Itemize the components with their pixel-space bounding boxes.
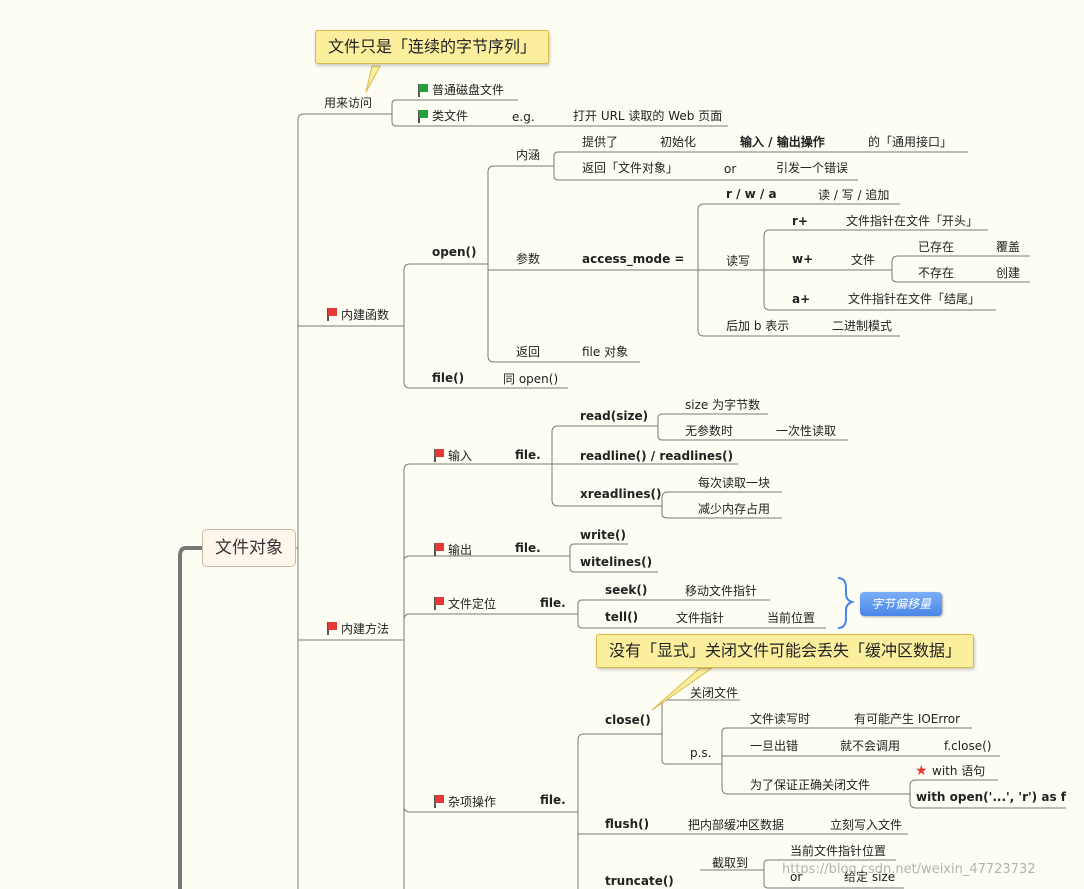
node-wont-call[interactable]: 就不会调用 — [840, 739, 900, 753]
node-write[interactable]: write() — [580, 528, 626, 542]
node-regular-file[interactable]: 普通磁盘文件 — [432, 83, 504, 97]
node-params[interactable]: 参数 — [516, 252, 540, 266]
node-tell-cur[interactable]: 当前位置 — [767, 611, 815, 625]
node-once-error[interactable]: 一旦出错 — [750, 739, 798, 753]
node-binary[interactable]: 二进制模式 — [832, 319, 892, 333]
mindmap-connectors — [178, 65, 1066, 889]
node-generic[interactable]: 的「通用接口」 — [868, 135, 952, 149]
node-may-ioerror[interactable]: 有可能产生 IOError — [854, 712, 960, 726]
node-misc-file[interactable]: file. — [540, 793, 566, 807]
green-flag-icon — [417, 84, 428, 97]
red-flag-icon — [326, 308, 337, 321]
node-returns-file-object[interactable]: 返回「文件对象」 — [582, 161, 678, 175]
node-position-file[interactable]: file. — [540, 596, 566, 610]
node-with-open[interactable]: with open('...', 'r') as f — [916, 790, 1066, 804]
node-readline[interactable]: readline() / readlines() — [580, 449, 733, 463]
node-w-plus-file[interactable]: 文件 — [851, 253, 875, 267]
node-rwa-desc[interactable]: 读 / 写 / 追加 — [818, 188, 889, 202]
node-flush[interactable]: flush() — [605, 817, 649, 831]
node-tell[interactable]: tell() — [605, 610, 638, 624]
node-return[interactable]: 返回 — [516, 345, 540, 359]
node-fclose[interactable]: f.close() — [944, 739, 991, 753]
node-access[interactable]: 用来访问 — [324, 96, 372, 110]
node-per-block[interactable]: 每次读取一块 — [698, 476, 770, 490]
node-access-mode[interactable]: access_mode = — [582, 252, 684, 266]
node-truncate[interactable]: truncate() — [605, 874, 674, 888]
red-flag-icon — [433, 795, 444, 808]
node-provides[interactable]: 提供了 — [582, 135, 618, 149]
node-flush-write[interactable]: 立刻写入文件 — [830, 818, 902, 832]
red-flag-icon — [433, 597, 444, 610]
watermark: https://blog.csdn.net/weixin_47723732 — [782, 862, 1036, 877]
node-ps[interactable]: p.s. — [690, 746, 712, 760]
node-no-param[interactable]: 无参数时 — [685, 424, 733, 438]
node-rw-time[interactable]: 文件读写时 — [750, 712, 810, 726]
node-r-plus-desc[interactable]: 文件指针在文件「开头」 — [846, 214, 978, 228]
node-eg[interactable]: e.g. — [512, 110, 535, 124]
callout-buffer-loss: 没有「显式」关闭文件可能会丢失「缓冲区数据」 — [596, 634, 975, 668]
node-init[interactable]: 初始化 — [660, 135, 696, 149]
red-flag-icon — [433, 449, 444, 462]
node-b-suffix[interactable]: 后加 b 表示 — [726, 319, 789, 333]
node-not-exists[interactable]: 不存在 — [918, 266, 954, 280]
node-a-plus-desc[interactable]: 文件指针在文件「结尾」 — [848, 292, 980, 306]
node-eg-web[interactable]: 打开 URL 读取的 Web 页面 — [573, 109, 722, 123]
node-xreadlines[interactable]: xreadlines() — [580, 487, 662, 501]
node-less-memory[interactable]: 减少内存占用 — [698, 502, 770, 516]
node-writelines[interactable]: witelines() — [580, 555, 652, 569]
node-with-stmt[interactable]: with 语句 — [932, 764, 985, 778]
node-file-object-return[interactable]: file 对象 — [582, 345, 628, 359]
node-cur-ptr[interactable]: 当前文件指针位置 — [790, 844, 886, 858]
red-flag-icon — [433, 543, 444, 556]
node-file-like[interactable]: 类文件 — [432, 109, 468, 123]
node-a-plus[interactable]: a+ — [792, 292, 810, 306]
node-file-func[interactable]: file() — [432, 371, 464, 385]
callout-byte-sequence: 文件只是「连续的字节序列」 — [315, 30, 550, 64]
node-output[interactable]: 输出 — [448, 543, 472, 557]
node-builtin-methods[interactable]: 内建方法 — [341, 622, 389, 636]
node-seek[interactable]: seek() — [605, 583, 647, 597]
node-io[interactable]: 输入 / 输出操作 — [740, 135, 825, 149]
summary-byte-offset[interactable]: 字节偏移量 — [860, 592, 942, 616]
node-seek-desc[interactable]: 移动文件指针 — [685, 584, 757, 598]
node-or[interactable]: or — [724, 162, 736, 176]
node-input[interactable]: 输入 — [448, 449, 472, 463]
node-exists[interactable]: 已存在 — [918, 240, 954, 254]
star-icon: ★ — [915, 763, 928, 779]
node-read[interactable]: read(size) — [580, 409, 648, 423]
node-position[interactable]: 文件定位 — [448, 597, 496, 611]
node-create[interactable]: 创建 — [996, 266, 1020, 280]
node-misc[interactable]: 杂项操作 — [448, 795, 496, 809]
node-read-all[interactable]: 一次性读取 — [776, 424, 836, 438]
red-flag-icon — [326, 622, 337, 635]
node-size-bytes[interactable]: size 为字节数 — [685, 398, 760, 412]
node-to-ensure[interactable]: 为了保证正确关闭文件 — [750, 778, 870, 792]
node-truncate-to[interactable]: 截取到 — [712, 856, 748, 870]
node-raise-error[interactable]: 引发一个错误 — [776, 161, 848, 175]
node-content[interactable]: 内涵 — [516, 148, 540, 162]
node-close-file[interactable]: 关闭文件 — [690, 686, 738, 700]
node-close[interactable]: close() — [605, 713, 651, 727]
root-node-file-object[interactable]: 文件对象 — [202, 529, 296, 567]
node-rwa[interactable]: r / w / a — [726, 187, 777, 201]
node-tell-ptr[interactable]: 文件指针 — [676, 611, 724, 625]
node-same-as-open[interactable]: 同 open() — [503, 372, 558, 386]
node-open[interactable]: open() — [432, 245, 476, 259]
node-r-plus[interactable]: r+ — [792, 214, 808, 228]
node-w-plus[interactable]: w+ — [792, 252, 813, 266]
node-input-file[interactable]: file. — [515, 448, 541, 462]
green-flag-icon — [417, 110, 428, 123]
node-output-file[interactable]: file. — [515, 541, 541, 555]
node-flush-buf[interactable]: 把内部缓冲区数据 — [688, 818, 784, 832]
node-read-write[interactable]: 读写 — [726, 254, 750, 268]
node-overwrite[interactable]: 覆盖 — [996, 240, 1020, 254]
node-builtin-functions[interactable]: 内建函数 — [341, 308, 389, 322]
